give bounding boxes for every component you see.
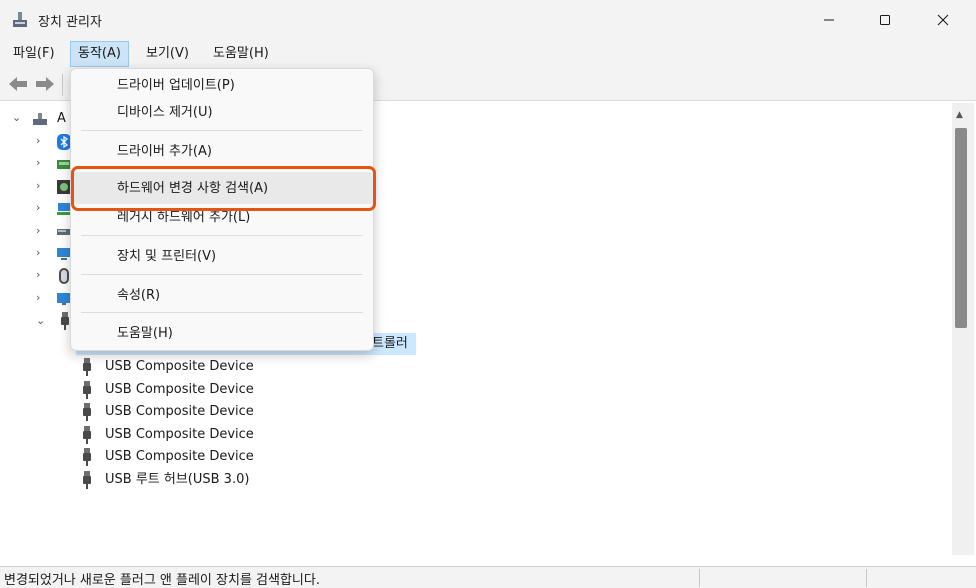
maximize-icon (880, 15, 890, 25)
title-bar: 장치 관리자 (0, 0, 976, 40)
usb-device-icon (83, 448, 91, 466)
computer-icon (33, 113, 47, 125)
chevron-right-icon[interactable]: › (36, 156, 40, 169)
chevron-down-icon[interactable]: ⌄ (36, 314, 45, 327)
chevron-right-icon[interactable]: › (36, 179, 40, 192)
status-divider (699, 569, 700, 587)
usb-hub-label[interactable]: USB 루트 허브(USB 3.0) (105, 469, 249, 491)
chevron-right-icon[interactable]: › (36, 201, 40, 214)
menu-item-update-driver[interactable]: 드라이버 업데이트(P) (117, 73, 235, 99)
status-divider (866, 569, 867, 587)
usb-device-icon (83, 381, 91, 399)
menu-item-uninstall-device[interactable]: 디바이스 제거(U) (117, 100, 213, 126)
toolbar-separator (62, 74, 63, 96)
usb-device-icon (83, 403, 91, 421)
chevron-right-icon[interactable]: › (36, 291, 40, 304)
menu-bar: 파일(F) 동작(A) 보기(V) 도움말(H) (0, 40, 976, 68)
usb-device-label[interactable]: USB Composite Device (105, 401, 254, 423)
minimize-icon (824, 19, 834, 21)
menu-separator (81, 235, 363, 236)
menu-help[interactable]: 도움말(H) (206, 41, 276, 67)
minimize-button[interactable] (806, 0, 852, 40)
back-arrow-icon[interactable] (7, 74, 29, 94)
window-title: 장치 관리자 (38, 15, 102, 30)
forward-arrow-icon[interactable] (34, 74, 56, 94)
status-bar: 변경되었거나 새로운 플러그 앤 플레이 장치를 검색합니다. (0, 566, 976, 588)
close-icon (937, 14, 949, 26)
usb-hub-icon (83, 471, 91, 489)
usb-device-label[interactable]: USB Composite Device (105, 379, 254, 401)
menu-item-help[interactable]: 도움말(H) (117, 321, 173, 347)
menu-separator (81, 312, 363, 313)
chevron-down-icon[interactable]: ⌄ (12, 111, 21, 124)
menu-separator (81, 274, 363, 275)
scroll-up-icon[interactable]: ▲ (956, 110, 963, 120)
device-manager-icon (13, 12, 27, 27)
usb-controller-label-partial[interactable]: 트롤러 (372, 333, 408, 355)
chevron-right-icon[interactable]: › (36, 134, 40, 147)
usb-device-label[interactable]: USB Composite Device (105, 424, 254, 446)
usb-device-icon (83, 426, 91, 444)
close-button[interactable] (920, 0, 966, 40)
usb-device-label[interactable]: USB Composite Device (105, 356, 254, 378)
menu-item-properties[interactable]: 속성(R) (117, 283, 160, 309)
status-text: 변경되었거나 새로운 플러그 앤 플레이 장치를 검색합니다. (4, 573, 320, 588)
chevron-right-icon[interactable]: › (36, 246, 40, 259)
usb-device-icon (83, 358, 91, 376)
root-node-label[interactable]: A (57, 108, 66, 130)
usb-controller-icon (61, 312, 69, 330)
usb-device-label[interactable]: USB Composite Device (105, 446, 254, 468)
menu-view[interactable]: 보기(V) (139, 41, 196, 67)
chevron-right-icon[interactable]: › (36, 268, 40, 281)
menu-separator (81, 130, 363, 131)
menu-action[interactable]: 동작(A) (70, 41, 129, 67)
maximize-button[interactable] (862, 0, 908, 40)
scrollbar-thumb[interactable] (955, 128, 967, 328)
menu-file[interactable]: 파일(F) (6, 41, 62, 67)
highlight-annotation-box (71, 166, 376, 211)
menu-item-add-driver[interactable]: 드라이버 추가(A) (117, 139, 212, 165)
menu-item-devices-and-printers[interactable]: 장치 및 프린터(V) (117, 244, 216, 270)
chevron-right-icon[interactable]: › (36, 224, 40, 237)
